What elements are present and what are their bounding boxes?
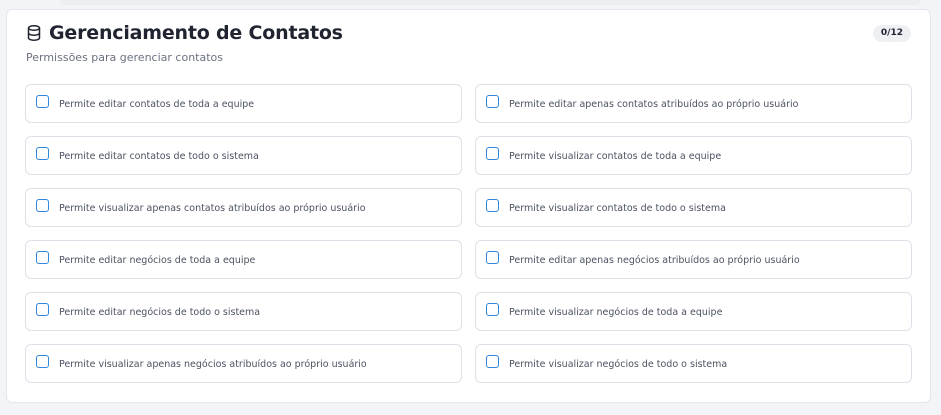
- permission-checkbox[interactable]: [36, 251, 49, 264]
- permission-checkbox[interactable]: [486, 199, 499, 212]
- permission-checkbox[interactable]: [486, 95, 499, 108]
- permission-item[interactable]: Permite editar apenas negócios atribuído…: [475, 240, 912, 279]
- permission-item[interactable]: Permite visualizar apenas contatos atrib…: [25, 188, 462, 227]
- permission-item[interactable]: Permite editar apenas contatos atribuído…: [475, 84, 912, 123]
- permission-checkbox[interactable]: [36, 303, 49, 316]
- top-strip: [0, 0, 941, 6]
- permission-label: Permite visualizar contatos de toda a eq…: [509, 151, 722, 162]
- permission-label: Permite visualizar contatos de todo o si…: [509, 203, 726, 214]
- permission-label: Permite visualizar apenas contatos atrib…: [59, 203, 366, 214]
- permission-checkbox[interactable]: [36, 199, 49, 212]
- permission-label: Permite visualizar negócios de todo o si…: [509, 359, 728, 370]
- permissions-grid: Permite editar contatos de toda a equipe…: [25, 84, 913, 383]
- permission-item[interactable]: Permite visualizar contatos de todo o si…: [475, 188, 912, 227]
- permission-checkbox[interactable]: [36, 95, 49, 108]
- permission-checkbox[interactable]: [486, 355, 499, 368]
- permission-checkbox[interactable]: [36, 355, 49, 368]
- permission-checkbox[interactable]: [36, 147, 49, 160]
- permission-checkbox[interactable]: [486, 303, 499, 316]
- permission-label: Permite editar negócios de todo o sistem…: [59, 307, 261, 318]
- section-subtitle: Permissões para gerenciar contatos: [26, 51, 223, 64]
- permission-item[interactable]: Permite visualizar apenas negócios atrib…: [25, 344, 462, 383]
- selected-count-badge: 0/12: [872, 25, 911, 42]
- permission-item[interactable]: Permite visualizar negócios de toda a eq…: [475, 292, 912, 331]
- permission-item[interactable]: Permite visualizar contatos de toda a eq…: [475, 136, 912, 175]
- permission-label: Permite visualizar negócios de toda a eq…: [509, 307, 723, 318]
- permission-item[interactable]: Permite visualizar negócios de todo o si…: [475, 344, 912, 383]
- permission-label: Permite editar contatos de toda a equipe: [59, 99, 255, 110]
- permission-item[interactable]: Permite editar contatos de todo o sistem…: [25, 136, 462, 175]
- permission-checkbox[interactable]: [486, 147, 499, 160]
- section-title: Gerenciamento de Contatos: [49, 22, 343, 44]
- permission-label: Permite editar apenas negócios atribuído…: [509, 255, 800, 266]
- permission-label: Permite editar negócios de toda a equipe: [59, 255, 256, 266]
- previous-card-edge: [60, 0, 920, 5]
- permission-item[interactable]: Permite editar contatos de toda a equipe: [25, 84, 462, 123]
- permission-label: Permite editar contatos de todo o sistem…: [59, 151, 259, 162]
- database-icon: [27, 25, 41, 41]
- permission-label: Permite visualizar apenas negócios atrib…: [59, 359, 367, 370]
- permission-checkbox[interactable]: [486, 251, 499, 264]
- permission-item[interactable]: Permite editar negócios de toda a equipe: [25, 240, 462, 279]
- permission-item[interactable]: Permite editar negócios de todo o sistem…: [25, 292, 462, 331]
- permission-label: Permite editar apenas contatos atribuído…: [509, 99, 799, 110]
- contacts-permissions-card: Gerenciamento de Contatos Permissões par…: [6, 9, 931, 403]
